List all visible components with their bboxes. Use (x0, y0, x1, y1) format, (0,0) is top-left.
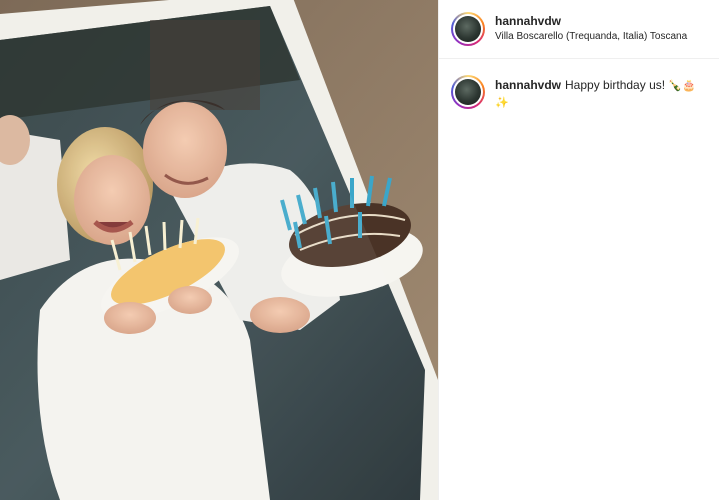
caption-username[interactable]: hannahvdw (495, 78, 561, 92)
bottle-cake-emoji: 🍾🎂 (668, 79, 696, 92)
caption-text: Happy birthday us! (565, 78, 666, 92)
caption-avatar[interactable] (451, 75, 485, 109)
header-text: hannahvdw Villa Boscarello (Trequanda, I… (495, 14, 687, 44)
post-container: hannahvdw Villa Boscarello (Trequanda, I… (0, 0, 719, 500)
post-header: hannahvdw Villa Boscarello (Trequanda, I… (439, 0, 719, 59)
sparkles-emoji: ✨ (495, 96, 509, 109)
location-link[interactable]: Villa Boscarello (Trequanda, Italia) Tos… (495, 29, 687, 44)
post-photo[interactable] (0, 0, 438, 500)
avatar-image (455, 16, 481, 42)
caption-comment: hannahvdw Happy birthday us! 🍾🎂 ✨ (439, 59, 719, 111)
photo-image (0, 0, 438, 500)
caption-body: hannahvdw Happy birthday us! 🍾🎂 ✨ (495, 77, 696, 111)
header-username[interactable]: hannahvdw (495, 14, 687, 29)
caption-avatar-image (455, 79, 481, 105)
post-sidebar: hannahvdw Villa Boscarello (Trequanda, I… (438, 0, 719, 500)
avatar[interactable] (451, 12, 485, 46)
